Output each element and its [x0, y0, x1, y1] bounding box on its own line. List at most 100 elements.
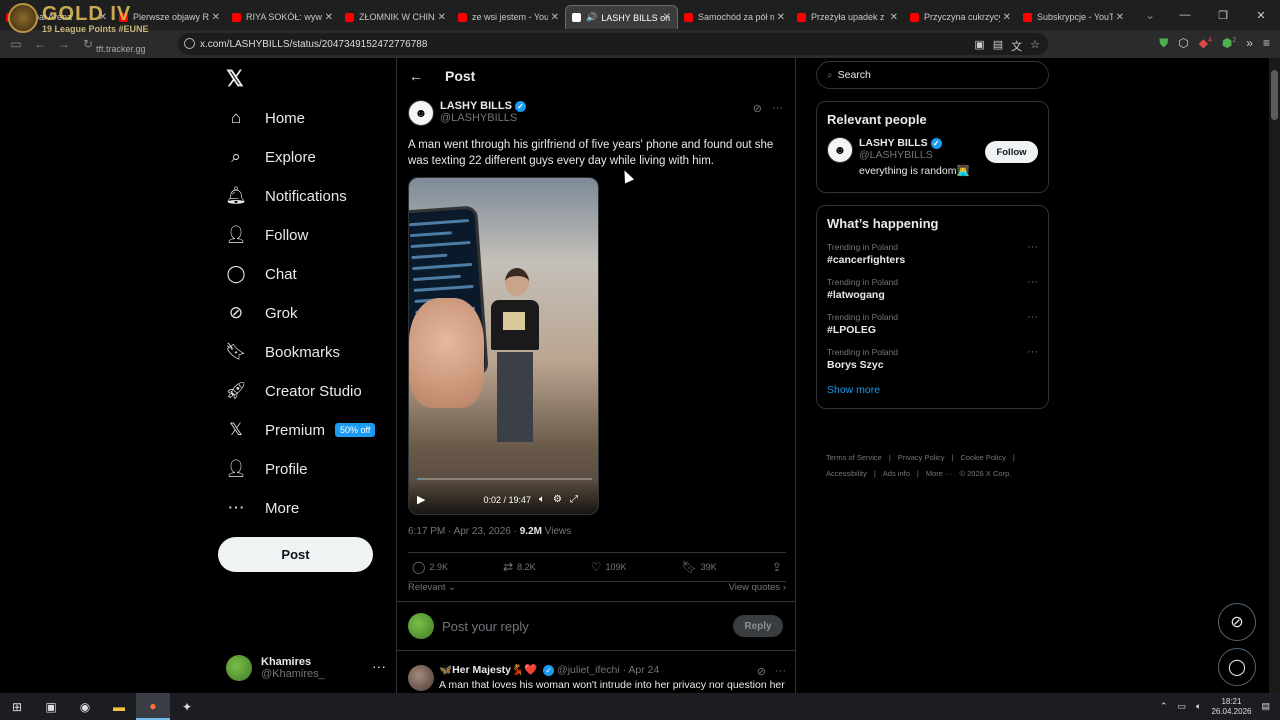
grok-fab-button[interactable]: ⊘: [1218, 603, 1256, 641]
shield-extension-icon[interactable]: ⛊: [1159, 36, 1168, 51]
file-explorer-icon[interactable]: ▬: [102, 693, 136, 720]
nav-item-chat[interactable]: ◯ Chat: [226, 259, 296, 289]
minimize-icon[interactable]: —: [1166, 9, 1204, 21]
browser-tab[interactable]: ze wsi jestem - YouTube✕: [452, 5, 565, 29]
browser-tab[interactable]: Subskrypcje - YouTube✕: [1017, 5, 1130, 29]
settings-gear-icon[interactable]: ⚙: [553, 494, 562, 505]
reply-action[interactable]: ◯ 2.9K: [412, 560, 448, 574]
nav-item-notifications[interactable]: 🔔︎ Notifications: [225, 181, 347, 211]
more-dots-icon[interactable]: ···: [1027, 276, 1038, 288]
app-icon[interactable]: ▣: [34, 693, 68, 720]
tab-close-icon[interactable]: ✕: [890, 12, 898, 23]
follow-button[interactable]: Follow: [985, 141, 1038, 163]
trend-item[interactable]: Trending in Poland #latwogang ···: [817, 272, 1048, 307]
post-author[interactable]: ☻ LASHY BILLS ✓ @LASHYBILLS: [408, 100, 526, 126]
sidebar-toggle-icon[interactable]: ▭: [4, 37, 28, 51]
close-window-icon[interactable]: ✕: [1242, 9, 1280, 22]
overflow-chevron-icon[interactable]: »: [1246, 36, 1253, 51]
avatar[interactable]: ☻: [408, 100, 434, 126]
repost-action[interactable]: ⇄ 8.2K: [503, 560, 536, 574]
tab-close-icon[interactable]: ✕: [325, 12, 333, 23]
tab-close-icon[interactable]: ✕: [663, 12, 671, 23]
volume-icon[interactable]: 🔈︎: [1196, 701, 1201, 712]
more-dots-icon[interactable]: ···: [1027, 311, 1038, 323]
tab-close-icon[interactable]: ✕: [551, 12, 559, 23]
view-quotes-link[interactable]: View quotes ›: [729, 582, 786, 602]
nav-item-creator-studio[interactable]: 🚀︎ Creator Studio: [225, 376, 362, 406]
firefox-icon[interactable]: ●: [136, 693, 170, 720]
forward-icon[interactable]: →: [52, 37, 76, 51]
more-dots-icon[interactable]: ···: [772, 102, 783, 115]
page-scrollbar[interactable]: [1269, 58, 1280, 693]
post-timestamp[interactable]: 6:17 PM · Apr 23, 2026 ·: [408, 526, 520, 537]
adguard-extension-icon[interactable]: ⬢2: [1222, 36, 1236, 51]
trend-item[interactable]: Trending in Poland #LPOLEG ···: [817, 307, 1048, 342]
more-dots-icon[interactable]: ···: [1027, 241, 1038, 253]
video-progress-bar[interactable]: [417, 478, 592, 480]
site-info-icon[interactable]: [184, 38, 195, 49]
avatar[interactable]: [408, 665, 434, 691]
sort-dropdown[interactable]: Relevant ⌄: [408, 582, 456, 602]
avatar[interactable]: ☻: [827, 137, 853, 163]
bookmark-action[interactable]: 🔖︎ 39K: [682, 560, 717, 574]
tab-close-icon[interactable]: ✕: [1116, 12, 1124, 23]
more-dots-icon[interactable]: ···: [775, 665, 786, 678]
browser-tab[interactable]: Przyczyna cukrzycy N✕: [904, 5, 1017, 29]
address-bar[interactable]: x.com/LASHYBILLS/status/2047349152472776…: [178, 33, 1048, 55]
ublock-extension-icon[interactable]: ◆4: [1199, 36, 1212, 51]
nav-item-home[interactable]: ⌂ Home: [226, 103, 305, 133]
reply-item[interactable]: 🦋Her Majesty💃❤️ ✓ @juliet_ifechi · Apr 2…: [408, 663, 788, 691]
account-switcher[interactable]: Khamires @Khamires_ ···: [226, 648, 386, 688]
chat-fab-button[interactable]: ◯: [1218, 648, 1256, 686]
reader-icon[interactable]: ▤: [993, 38, 1003, 54]
translate-icon[interactable]: 文: [1011, 38, 1022, 54]
nav-item-more[interactable]: ⋯ More: [226, 493, 300, 523]
restore-icon[interactable]: ❐: [1204, 9, 1242, 22]
post-button[interactable]: Post: [218, 537, 373, 572]
share-action[interactable]: ⇪: [772, 560, 782, 574]
grok-icon[interactable]: ⊘: [757, 665, 766, 678]
clock[interactable]: 18:21 26.04.2026: [1211, 697, 1251, 717]
browser-tab-active[interactable]: 🔊 LASHY BILLS on X ✕: [565, 5, 678, 29]
tab-close-icon[interactable]: ✕: [1003, 12, 1011, 23]
reply-author-name[interactable]: Her Majesty: [452, 664, 511, 676]
screenshot-icon[interactable]: ▣: [974, 38, 984, 54]
trend-item[interactable]: Trending in Poland Borys Szyc ···: [817, 342, 1048, 377]
tray-chevron-icon[interactable]: ⌃: [1160, 701, 1168, 712]
network-icon[interactable]: ▭: [1178, 701, 1187, 712]
show-more-link[interactable]: Show more: [817, 377, 1048, 408]
nav-item-premium[interactable]: 𝕏 Premium 50% off: [226, 415, 376, 445]
extensions-icon[interactable]: ⬡: [1178, 36, 1188, 51]
nav-item-grok[interactable]: ⊘ Grok: [226, 298, 298, 328]
search-input[interactable]: ⌕ Search: [816, 61, 1049, 89]
nav-item-explore[interactable]: ⌕ Explore: [226, 142, 316, 172]
back-arrow-icon[interactable]: ←: [409, 68, 423, 84]
nav-item-follow[interactable]: 👤︎ Follow: [225, 220, 308, 250]
browser-tab[interactable]: ZŁOMNIK W CHINACH✕: [339, 5, 452, 29]
browser-tab[interactable]: RIYA SOKÓŁ: wywiad✕: [226, 5, 339, 29]
bookmark-star-icon[interactable]: ☆: [1030, 38, 1040, 54]
nav-item-profile[interactable]: 👤︎ Profile: [225, 454, 307, 484]
x-logo-icon[interactable]: 𝕏: [226, 66, 244, 92]
browser-tab[interactable]: Przeżyła upadek z 10✕: [791, 5, 904, 29]
nav-item-bookmarks[interactable]: 🔖︎ Bookmarks: [225, 337, 340, 367]
volume-icon[interactable]: 🔈︎: [539, 494, 545, 505]
video-player[interactable]: ▶ 0:02 / 19:47 🔈︎ ⚙ ⤢: [408, 177, 599, 515]
tab-close-icon[interactable]: ✕: [212, 12, 220, 23]
windows-start-icon[interactable]: ⊞: [0, 693, 34, 720]
back-icon[interactable]: ←: [28, 37, 52, 51]
tab-list-chevron-icon[interactable]: ⌄: [1138, 8, 1162, 22]
tab-close-icon[interactable]: ✕: [777, 12, 785, 23]
tab-close-icon[interactable]: ✕: [438, 12, 446, 23]
grok-icon[interactable]: ⊘: [753, 102, 762, 115]
play-icon[interactable]: ▶: [417, 493, 425, 506]
scrollbar-thumb[interactable]: [1271, 70, 1278, 120]
reply-button[interactable]: Reply: [733, 615, 783, 637]
fullscreen-icon[interactable]: ⤢: [570, 494, 578, 505]
like-action[interactable]: ♡ 109K: [591, 560, 627, 574]
trend-item[interactable]: Trending in Poland #cancerfighters ···: [817, 237, 1048, 272]
browser-menu-icon[interactable]: ≡: [1263, 36, 1270, 51]
game-client-icon[interactable]: ✦: [170, 693, 204, 720]
more-dots-icon[interactable]: ···: [372, 658, 386, 674]
steam-icon[interactable]: ◉: [68, 693, 102, 720]
